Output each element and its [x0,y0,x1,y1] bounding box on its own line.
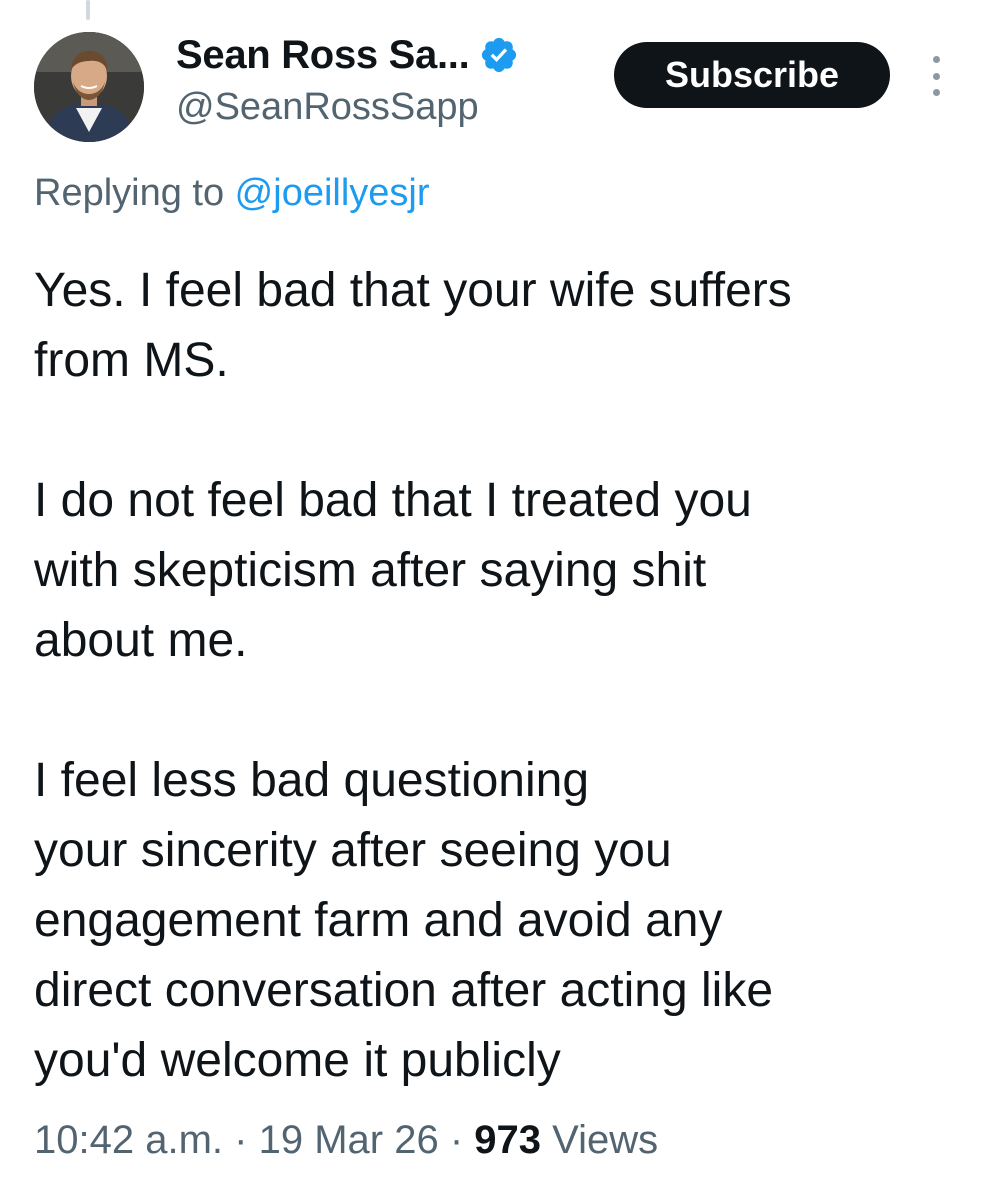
tweet-paragraph: I feel less bad questioning your sinceri… [34,746,954,1096]
subscribe-button[interactable]: Subscribe [614,42,890,108]
replying-to-prefix: Replying to [34,172,235,214]
more-dot [932,72,940,80]
more-vertical-icon[interactable] [926,56,946,96]
author-display-name[interactable]: Sean Ross Sa... [176,33,470,78]
verified-badge-icon [479,35,519,75]
avatar[interactable] [34,32,144,142]
tweet-time[interactable]: 10:42 a.m. [34,1118,223,1162]
tweet-line: from MS. [34,334,229,387]
tweet-line: I feel less bad questioning [34,754,590,807]
views-label[interactable]: Views [552,1118,658,1162]
tweet-line: direct conversation after acting like [34,964,774,1017]
tweet-line: your sincerity after seeing you [34,824,672,877]
tweet-metadata: 10:42 a.m. · 19 Mar 26 · 973 Views [34,1118,658,1163]
tweet-line: I do not feel bad that I treated you [34,474,752,527]
views-count[interactable]: 973 [474,1118,541,1162]
tweet-paragraph: Yes. I feel bad that your wife suffers f… [34,256,954,396]
tweet-text: Yes. I feel bad that your wife suffers f… [34,256,954,1096]
tweet-line: engagement farm and avoid any [34,894,723,947]
tweet-line: you'd welcome it publicly [34,1034,561,1087]
reply-to-handle-link[interactable]: @joeillyesjr [235,172,430,214]
thread-connector-line [86,0,90,20]
author-info: Sean Ross Sa... @SeanRossSapp [176,26,519,129]
replying-to-line: Replying to @joeillyesjr [34,172,430,215]
avatar-photo [34,32,144,142]
author-handle[interactable]: @SeanRossSapp [176,86,519,129]
meta-separator: · [449,1118,464,1162]
more-dot [932,89,940,96]
tweet-paragraph: I do not feel bad that I treated you wit… [34,466,954,676]
author-name-row: Sean Ross Sa... [176,26,519,84]
tweet-date[interactable]: 19 Mar 26 [259,1118,439,1162]
more-dot [932,56,940,63]
meta-separator: · [234,1118,248,1162]
tweet-line: with skepticism after saying shit [34,544,707,597]
tweet-line: about me. [34,614,248,667]
tweet-line: Yes. I feel bad that your wife suffers [34,264,792,317]
